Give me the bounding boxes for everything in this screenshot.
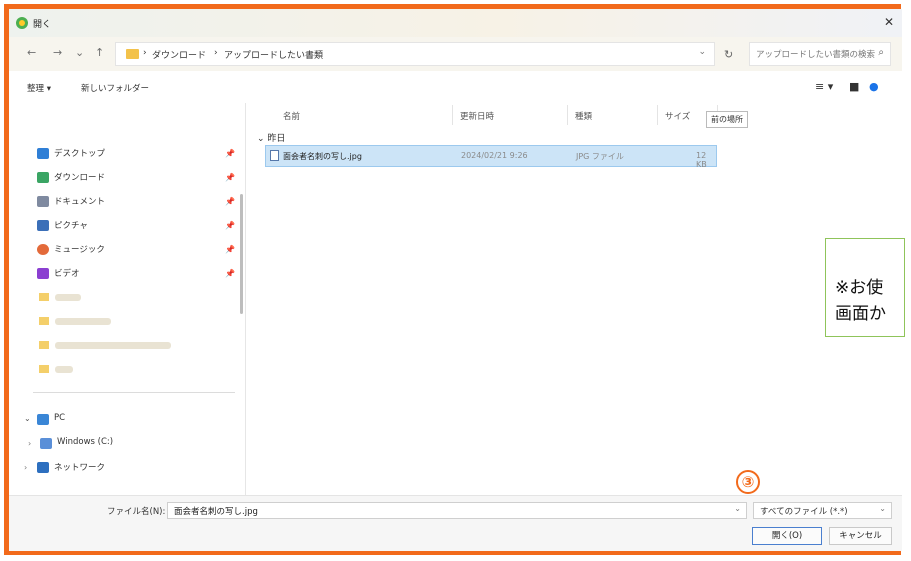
redacted-folder-name[interactable] xyxy=(55,318,111,325)
navigation-pane: デスクトップ 📌 ダウンロード 📌 ドキュメント 📌 ピクチャ 📌 ミュージック… xyxy=(9,103,237,495)
folder-icon xyxy=(39,365,49,373)
drive-icon xyxy=(40,438,52,449)
sidebar-item-label: デスクトップ xyxy=(54,149,106,159)
chevron-down-icon[interactable]: ⌄ xyxy=(734,504,741,513)
recent-dropdown-icon[interactable]: ⌄ xyxy=(75,46,84,59)
pin-icon: 📌 xyxy=(225,245,235,254)
expand-chevron-icon[interactable]: ⌄ xyxy=(24,414,31,423)
folder-icon xyxy=(39,317,49,325)
sidebar-item-label: ビデオ xyxy=(54,269,80,279)
navigation-bar: ← → ⌄ ↑ › ダウンロード › アップロードしたい書類 ⌄ ↻ アップロー… xyxy=(9,37,902,71)
filename-label: ファイル名(N): xyxy=(107,507,166,517)
pane-divider[interactable] xyxy=(245,103,246,495)
folder-icon xyxy=(39,293,49,301)
view-options-icon[interactable]: ≡ ▾ xyxy=(815,80,833,93)
sidebar-item-label: ミュージック xyxy=(54,245,105,255)
image-file-icon xyxy=(270,150,279,161)
file-type: JPG ファイル xyxy=(576,152,624,161)
close-icon[interactable]: ✕ xyxy=(884,15,894,29)
chevron-down-icon[interactable]: ⌄ xyxy=(879,504,886,513)
network-icon xyxy=(37,462,49,473)
open-button[interactable]: 開く(O) xyxy=(752,527,822,545)
tooltip: 前の場所 xyxy=(706,111,748,128)
folder-icon xyxy=(39,341,49,349)
column-separator[interactable] xyxy=(452,105,453,125)
file-type-filter-value: すべてのファイル (*.*) xyxy=(760,507,848,517)
column-separator[interactable] xyxy=(567,105,568,125)
title-bar: 開く ✕ xyxy=(9,9,902,37)
redacted-folder-name[interactable] xyxy=(55,342,171,349)
filename-value: 面会者名刺の写し.jpg xyxy=(174,507,258,517)
group-label: 昨日 xyxy=(267,134,286,144)
column-header-size[interactable]: サイズ xyxy=(665,110,690,122)
collapse-chevron-icon[interactable]: › xyxy=(24,463,27,472)
redacted-folder-name[interactable] xyxy=(55,366,73,373)
sidebar-item-label: ネットワーク xyxy=(54,463,106,473)
window-title: 開く xyxy=(33,20,52,30)
search-box[interactable]: アップロードしたい書類の検索 ⌕ xyxy=(749,42,891,66)
file-type-filter[interactable]: すべてのファイル (*.*) ⌄ xyxy=(753,502,892,519)
note-callout: ※お使 画面か xyxy=(825,238,905,337)
computer-icon xyxy=(37,414,49,425)
sidebar-scrollbar[interactable] xyxy=(240,194,243,314)
pin-icon: 📌 xyxy=(225,269,235,278)
preview-pane-icon[interactable]: ■ xyxy=(849,80,859,93)
redacted-folder-name[interactable] xyxy=(55,294,81,301)
forward-arrow-icon[interactable]: → xyxy=(53,46,62,59)
column-separator[interactable] xyxy=(657,105,658,125)
column-header-name[interactable]: 名前 xyxy=(283,110,300,122)
sidebar-item-label: PC xyxy=(54,413,66,423)
video-icon xyxy=(37,268,49,279)
dialog-footer: ファイル名(N): 面会者名刺の写し.jpg ⌄ すべてのファイル (*.*) … xyxy=(9,495,902,551)
pin-icon: 📌 xyxy=(225,221,235,230)
sidebar-item-label: Windows (C:) xyxy=(57,437,114,447)
file-date: 2024/02/21 9:26 xyxy=(461,151,528,160)
download-icon xyxy=(37,172,49,183)
pin-icon: 📌 xyxy=(225,149,235,158)
search-placeholder: アップロードしたい書類の検索 xyxy=(756,50,876,60)
sidebar-item-label: ダウンロード xyxy=(54,173,106,183)
column-header-date[interactable]: 更新日時 xyxy=(460,110,494,122)
document-icon xyxy=(37,196,49,207)
address-bar[interactable]: › ダウンロード › アップロードしたい書類 ⌄ xyxy=(115,42,715,66)
file-size: 12 KB xyxy=(696,151,707,169)
filename-input[interactable]: 面会者名刺の写し.jpg ⌄ xyxy=(167,502,747,519)
address-chevron-icon[interactable]: ⌄ xyxy=(698,47,706,57)
pin-icon: 📌 xyxy=(225,197,235,206)
file-list: 名前 更新日時 種類 サイズ 前の場所 ⌄ 昨日 面会者名刺の写し.jpg 20… xyxy=(247,103,902,495)
folder-icon xyxy=(126,49,139,59)
file-name: 面会者名刺の写し.jpg xyxy=(283,152,362,161)
desktop-icon xyxy=(37,148,49,159)
note-text: ※お使 画面か xyxy=(835,275,886,327)
help-icon[interactable]: ● xyxy=(869,80,879,93)
breadcrumb-separator: › xyxy=(214,48,218,58)
file-row-selected[interactable]: 面会者名刺の写し.jpg 2024/02/21 9:26 JPG ファイル 12… xyxy=(265,145,717,169)
step-number-badge: ③ xyxy=(736,470,760,494)
new-folder-button[interactable]: 新しいフォルダー xyxy=(81,82,149,94)
search-icon[interactable]: ⌕ xyxy=(878,47,884,58)
breadcrumb-downloads[interactable]: ダウンロード xyxy=(152,48,206,61)
sidebar-divider xyxy=(33,392,235,393)
picture-icon xyxy=(37,220,49,231)
app-icon xyxy=(16,17,28,29)
music-icon xyxy=(37,244,49,255)
back-arrow-icon[interactable]: ← xyxy=(27,46,36,59)
up-arrow-icon[interactable]: ↑ xyxy=(95,46,104,59)
breadcrumb-current-folder[interactable]: アップロードしたい書類 xyxy=(224,48,323,61)
note-line: 画面か xyxy=(835,304,886,324)
open-file-dialog: 開く ✕ ← → ⌄ ↑ › ダウンロード › アップロードしたい書類 ⌄ ↻ … xyxy=(9,9,902,551)
breadcrumb-separator: › xyxy=(143,48,147,58)
collapse-chevron-icon[interactable]: › xyxy=(28,439,31,448)
cancel-button[interactable]: キャンセル xyxy=(829,527,892,545)
pin-icon: 📌 xyxy=(225,173,235,182)
sidebar-item-label: ピクチャ xyxy=(54,221,88,231)
note-line: ※お使 xyxy=(835,278,884,298)
command-bar: 整理 ▾ 新しいフォルダー ≡ ▾ ■ ● xyxy=(9,71,902,103)
group-header-yesterday[interactable]: ⌄ 昨日 xyxy=(257,131,285,144)
sidebar-item-label: ドキュメント xyxy=(54,197,106,207)
organize-button[interactable]: 整理 ▾ xyxy=(27,82,51,94)
refresh-icon[interactable]: ↻ xyxy=(724,48,733,61)
column-header-type[interactable]: 種類 xyxy=(575,110,592,122)
